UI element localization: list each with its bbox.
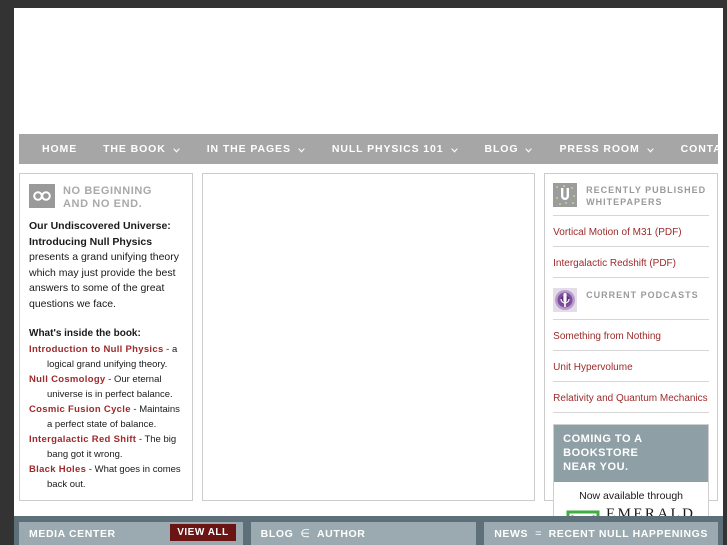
list-item[interactable]: Relativity and Quantum Mechanics: [553, 381, 709, 413]
view-all-button[interactable]: VIEW ALL: [170, 524, 236, 541]
nav-label: NULL PHYSICS 101: [331, 142, 444, 155]
list-item[interactable]: Intergalactic Redshift (PDF): [553, 246, 709, 278]
element-of-icon: ∈: [300, 528, 310, 540]
podcasts-heading: CURRENT PODCASTS: [553, 288, 709, 312]
equals-icon: =: [535, 527, 542, 540]
blog-author-panel[interactable]: BLOG ∈ AUTHOR: [250, 522, 477, 545]
nav-label: PRESS ROOM: [559, 142, 640, 155]
whitepaper-link-intergalactic-redshift[interactable]: Intergalactic Redshift (PDF): [553, 258, 676, 269]
browser-window: HOME THE BOOK IN THE PAGES NULL PHYSICS …: [0, 0, 727, 545]
nav-label: BLOG: [484, 142, 519, 155]
inside-link-cosmic-fusion-cycle[interactable]: Cosmic Fusion Cycle: [29, 404, 131, 415]
nav-item-contact[interactable]: CONTACT: [668, 134, 723, 164]
brand-tagline-line1: NO BEGINNING: [63, 185, 153, 197]
nav-item-press-room[interactable]: PRESS ROOM: [546, 134, 667, 164]
whitepapers-title: RECENTLY PUBLISHED WHITEPAPERS: [586, 183, 706, 208]
podcast-link-something-from-nothing[interactable]: Something from Nothing: [553, 331, 661, 342]
brand-tagline-line2: AND NO END.: [63, 197, 143, 210]
main-content-area: [201, 173, 536, 501]
inside-link-intergalactic-red-shift[interactable]: Intergalactic Red Shift: [29, 434, 136, 445]
inside-book-heading: What's inside the book:: [29, 328, 141, 339]
nav-label: THE BOOK: [103, 142, 166, 155]
list-item: Null Cosmology - Our eternal universe is…: [29, 373, 183, 402]
book-blurb: Our Undiscovered Universe: Introducing Nu…: [29, 219, 183, 312]
inside-link-null-cosmology[interactable]: Null Cosmology: [29, 374, 106, 385]
list-item[interactable]: Unit Hypervolume: [553, 350, 709, 381]
chevron-down-icon: [297, 146, 306, 155]
podcast-link-relativity-quantum-mechanics[interactable]: Relativity and Quantum Mechanics: [553, 393, 708, 404]
news-title: NEWS: [494, 527, 529, 540]
book-blurb-title-2: Introducing Null Physics: [29, 235, 153, 248]
book-blurb-body: presents a grand unifying theory which m…: [29, 251, 180, 310]
book-blurb-title-1: Our Undiscovered Universe:: [29, 220, 171, 232]
whitepapers-title-line2: WHITEPAPERS: [586, 197, 663, 207]
list-item: Introduction to Null Physics - a logical…: [29, 343, 183, 372]
list-item[interactable]: Something from Nothing: [553, 319, 709, 350]
inside-book-list: Introduction to Null Physics - a logical…: [29, 343, 183, 492]
nav-item-home[interactable]: HOME: [29, 134, 90, 164]
chevron-down-icon: [646, 146, 655, 155]
bottom-feature-bar: MEDIA CENTER VIEW ALL BLOG ∈ AUTHOR NEWS…: [14, 516, 723, 545]
infinity-icon: [29, 184, 55, 208]
media-center-panel[interactable]: MEDIA CENTER VIEW ALL: [19, 522, 243, 545]
chevron-down-icon: [172, 146, 181, 155]
list-item: Cosmic Fusion Cycle - Maintains a perfec…: [29, 403, 183, 432]
podcasts-title: CURRENT PODCASTS: [586, 290, 699, 300]
blog-subtitle: AUTHOR: [316, 527, 366, 540]
list-item: Intergalactic Red Shift - The big bang g…: [29, 433, 183, 462]
brand-heading: NO BEGINNING AND NO END.: [29, 184, 183, 210]
promo-subtitle: Now available through: [579, 490, 684, 502]
podcast-microphone-icon: [553, 288, 578, 312]
main-navigation[interactable]: HOME THE BOOK IN THE PAGES NULL PHYSICS …: [19, 134, 723, 164]
promo-headline-line2: NEAR YOU.: [563, 461, 629, 473]
nav-label: CONTACT: [680, 142, 723, 155]
chevron-down-icon: [450, 146, 459, 155]
media-center-title: MEDIA CENTER: [29, 527, 116, 540]
chevron-down-icon: [524, 146, 533, 155]
whitepaper-link-vortical-motion[interactable]: Vortical Motion of M31 (PDF): [553, 227, 681, 238]
promo-headline: COMING TO A BOOKSTORE NEAR YOU.: [554, 425, 708, 482]
podcast-link-unit-hypervolume[interactable]: Unit Hypervolume: [553, 362, 632, 373]
nav-label: IN THE PAGES: [206, 142, 291, 155]
whitepapers-heading: RECENTLY PUBLISHED WHITEPAPERS: [553, 183, 709, 208]
blog-title: BLOG: [260, 527, 294, 540]
brand-tagline: NO BEGINNING AND NO END.: [63, 184, 152, 210]
inside-link-introduction[interactable]: Introduction to Null Physics: [29, 344, 164, 355]
inside-link-black-holes[interactable]: Black Holes: [29, 464, 86, 475]
content-columns: NO BEGINNING AND NO END. Our Undiscovere…: [14, 164, 723, 545]
right-sidebar: RECENTLY PUBLISHED WHITEPAPERS Vortical …: [544, 173, 718, 545]
nav-item-the-book[interactable]: THE BOOK: [90, 134, 194, 164]
whitepaper-u-icon: [553, 183, 578, 207]
whitepapers-title-line1: RECENTLY PUBLISHED: [586, 185, 707, 195]
nav-item-in-the-pages[interactable]: IN THE PAGES: [194, 134, 319, 164]
masthead-banner-area: [14, 8, 723, 134]
news-subtitle: RECENT NULL HAPPENINGS: [548, 527, 708, 540]
list-item[interactable]: Vortical Motion of M31 (PDF): [553, 215, 709, 246]
nav-item-null-physics-101[interactable]: NULL PHYSICS 101: [319, 134, 472, 164]
nav-label: HOME: [42, 142, 78, 155]
list-item: Black Holes - What goes in comes back ou…: [29, 463, 183, 492]
nav-item-blog[interactable]: BLOG: [472, 134, 547, 164]
promo-headline-line1: COMING TO A BOOKSTORE: [563, 433, 643, 459]
page-canvas: HOME THE BOOK IN THE PAGES NULL PHYSICS …: [14, 8, 723, 545]
news-panel[interactable]: NEWS = RECENT NULL HAPPENINGS: [484, 522, 718, 545]
left-sidebar: NO BEGINNING AND NO END. Our Undiscovere…: [19, 173, 193, 501]
